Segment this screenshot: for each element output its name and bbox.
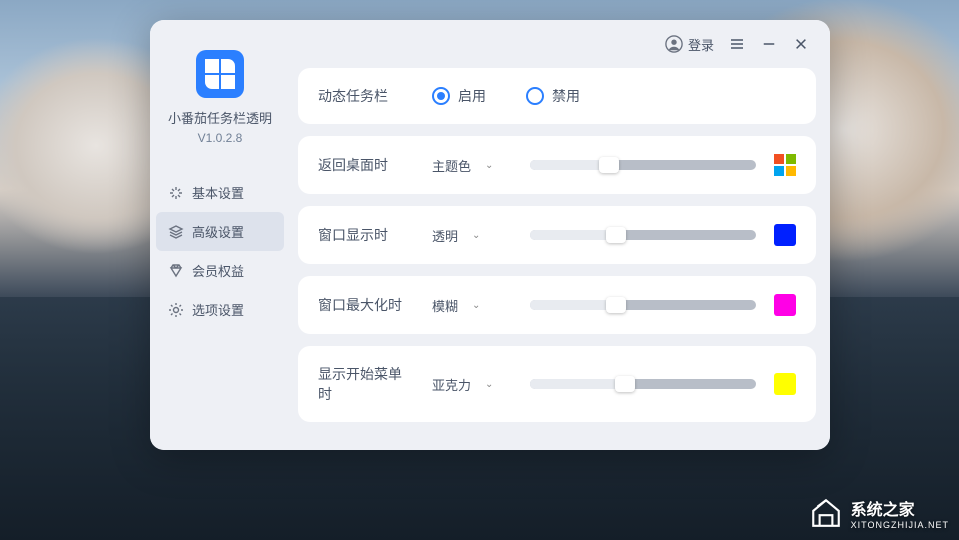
setting-label: 显示开始菜单时 bbox=[318, 364, 414, 404]
setting-label: 窗口最大化时 bbox=[318, 295, 414, 315]
sparkle-icon bbox=[168, 185, 184, 201]
house-icon bbox=[809, 496, 843, 530]
slider-thumb[interactable] bbox=[599, 157, 619, 173]
user-icon bbox=[665, 35, 683, 53]
return-desktop-panel: 返回桌面时 主题色 ⌄ bbox=[298, 136, 816, 194]
watermark-brand: 系统之家 bbox=[851, 502, 915, 519]
radio-group: 启用 禁用 bbox=[432, 86, 580, 106]
diamond-icon bbox=[168, 263, 184, 279]
radio-disable[interactable]: 禁用 bbox=[526, 86, 580, 106]
chevron-down-icon: ⌄ bbox=[485, 160, 493, 171]
app-window: 小番茄任务栏透明 V1.0.2.8 基本设置 高级设置 会员权益 bbox=[150, 20, 830, 450]
color-swatch[interactable] bbox=[774, 294, 796, 316]
close-icon[interactable] bbox=[792, 35, 810, 53]
chevron-down-icon: ⌄ bbox=[485, 379, 493, 390]
slider-thumb[interactable] bbox=[606, 227, 626, 243]
login-label: 登录 bbox=[688, 35, 714, 54]
app-version: V1.0.2.8 bbox=[198, 131, 243, 145]
slider-thumb[interactable] bbox=[615, 376, 635, 392]
start-menu-panel: 显示开始菜单时 亚克力 ⌄ bbox=[298, 346, 816, 422]
nav-options[interactable]: 选项设置 bbox=[150, 290, 290, 329]
minimize-icon[interactable] bbox=[760, 35, 778, 53]
dynamic-taskbar-panel: 动态任务栏 启用 禁用 bbox=[298, 68, 816, 124]
gear-icon bbox=[168, 302, 184, 318]
dropdown-value: 亚克力 bbox=[432, 375, 471, 394]
app-logo bbox=[196, 50, 244, 98]
opacity-slider[interactable] bbox=[530, 230, 756, 240]
layers-icon bbox=[168, 224, 184, 240]
chevron-down-icon: ⌄ bbox=[472, 300, 480, 311]
radio-circle-icon bbox=[526, 87, 544, 105]
watermark: 系统之家 XITONGZHIJIA.NET bbox=[809, 496, 949, 530]
nav-label: 基本设置 bbox=[192, 183, 244, 202]
app-title: 小番茄任务栏透明 bbox=[168, 108, 272, 127]
nav-label: 会员权益 bbox=[192, 261, 244, 280]
menu-icon[interactable] bbox=[728, 35, 746, 53]
setting-label: 窗口显示时 bbox=[318, 225, 414, 245]
setting-label: 动态任务栏 bbox=[318, 86, 414, 106]
sidebar: 小番茄任务栏透明 V1.0.2.8 基本设置 高级设置 会员权益 bbox=[150, 20, 290, 450]
window-shown-panel: 窗口显示时 透明 ⌄ bbox=[298, 206, 816, 264]
radio-circle-icon bbox=[432, 87, 450, 105]
dropdown-value: 主题色 bbox=[432, 156, 471, 175]
effect-dropdown[interactable]: 主题色 ⌄ bbox=[432, 156, 512, 175]
nav-label: 高级设置 bbox=[192, 222, 244, 241]
color-swatch-theme[interactable] bbox=[774, 154, 796, 176]
effect-dropdown[interactable]: 亚克力 ⌄ bbox=[432, 375, 512, 394]
watermark-url: XITONGZHIJIA.NET bbox=[851, 520, 949, 530]
opacity-slider[interactable] bbox=[530, 379, 756, 389]
dropdown-value: 透明 bbox=[432, 226, 458, 245]
dropdown-value: 模糊 bbox=[432, 296, 458, 315]
login-button[interactable]: 登录 bbox=[665, 35, 714, 54]
color-swatch[interactable] bbox=[774, 224, 796, 246]
setting-label: 返回桌面时 bbox=[318, 155, 414, 175]
chevron-down-icon: ⌄ bbox=[472, 230, 480, 241]
opacity-slider[interactable] bbox=[530, 160, 756, 170]
color-swatch[interactable] bbox=[774, 373, 796, 395]
radio-label: 启用 bbox=[458, 86, 486, 106]
opacity-slider[interactable] bbox=[530, 300, 756, 310]
nav-label: 选项设置 bbox=[192, 300, 244, 319]
main-content: 登录 动态任务栏 启用 禁用 bbox=[290, 20, 830, 450]
nav-membership[interactable]: 会员权益 bbox=[150, 251, 290, 290]
radio-enable[interactable]: 启用 bbox=[432, 86, 486, 106]
nav-basic-settings[interactable]: 基本设置 bbox=[150, 173, 290, 212]
titlebar: 登录 bbox=[298, 32, 816, 56]
window-maximized-panel: 窗口最大化时 模糊 ⌄ bbox=[298, 276, 816, 334]
nav-list: 基本设置 高级设置 会员权益 选项设置 bbox=[150, 173, 290, 329]
slider-thumb[interactable] bbox=[606, 297, 626, 313]
effect-dropdown[interactable]: 透明 ⌄ bbox=[432, 226, 512, 245]
radio-label: 禁用 bbox=[552, 86, 580, 106]
nav-advanced-settings[interactable]: 高级设置 bbox=[156, 212, 284, 251]
effect-dropdown[interactable]: 模糊 ⌄ bbox=[432, 296, 512, 315]
